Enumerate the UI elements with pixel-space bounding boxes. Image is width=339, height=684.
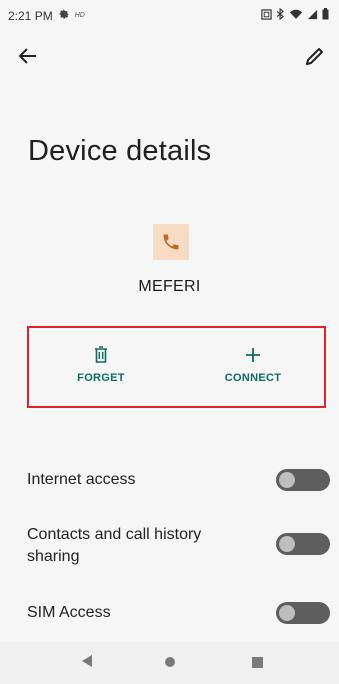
screen: 2:21 PM HD Device details MEFERI FORGET …	[0, 0, 339, 684]
hd-badge: HD	[74, 12, 85, 19]
gear-icon	[58, 8, 70, 23]
forget-button[interactable]: FORGET	[41, 346, 161, 384]
back-arrow-icon	[18, 48, 36, 64]
status-left: 2:21 PM HD	[8, 8, 85, 23]
status-time: 2:21 PM	[8, 8, 53, 23]
app-bar	[0, 36, 339, 76]
setting-label: Internet access	[27, 471, 136, 488]
nav-back-button[interactable]	[80, 654, 94, 673]
device-name: MEFERI	[138, 278, 201, 295]
back-button[interactable]	[16, 44, 40, 68]
contacts-sharing-toggle[interactable]	[276, 533, 330, 555]
nfc-icon	[261, 8, 272, 23]
setting-label: SIM Access	[27, 604, 111, 621]
toggle-knob	[279, 536, 295, 552]
sim-access-toggle[interactable]	[276, 602, 330, 624]
forget-label: FORGET	[77, 372, 125, 384]
pencil-icon	[306, 48, 323, 65]
nav-back-icon	[82, 655, 92, 667]
action-highlight-box: FORGET CONNECT	[27, 326, 326, 408]
plus-icon	[246, 348, 260, 362]
signal-icon	[307, 9, 318, 23]
setting-row-contacts-sharing[interactable]: Contacts and call history sharing	[0, 520, 339, 576]
toggle-knob	[279, 472, 295, 488]
page-title: Device details	[28, 135, 212, 167]
setting-row-internet-access[interactable]: Internet access	[0, 460, 339, 500]
nav-home-button[interactable]	[164, 655, 176, 673]
phone-icon	[163, 234, 179, 250]
setting-label: Contacts and call history sharing	[27, 526, 202, 565]
trash-icon	[95, 346, 107, 363]
status-right	[261, 7, 329, 23]
battery-icon	[322, 8, 329, 23]
edit-button[interactable]	[303, 44, 327, 68]
internet-access-toggle[interactable]	[276, 469, 330, 491]
bluetooth-icon	[276, 7, 285, 23]
connect-label: CONNECT	[224, 372, 282, 384]
setting-row-sim-access[interactable]: SIM Access	[0, 594, 339, 634]
wifi-icon	[289, 9, 303, 23]
connect-button[interactable]: CONNECT	[193, 346, 313, 384]
device-icon-box	[153, 224, 189, 260]
navigation-bar	[0, 642, 339, 684]
nav-recents-icon	[252, 657, 263, 668]
nav-home-icon	[165, 657, 175, 667]
status-bar: 2:21 PM HD	[0, 0, 339, 30]
nav-recents-button[interactable]	[252, 655, 263, 673]
toggle-knob	[279, 605, 295, 621]
